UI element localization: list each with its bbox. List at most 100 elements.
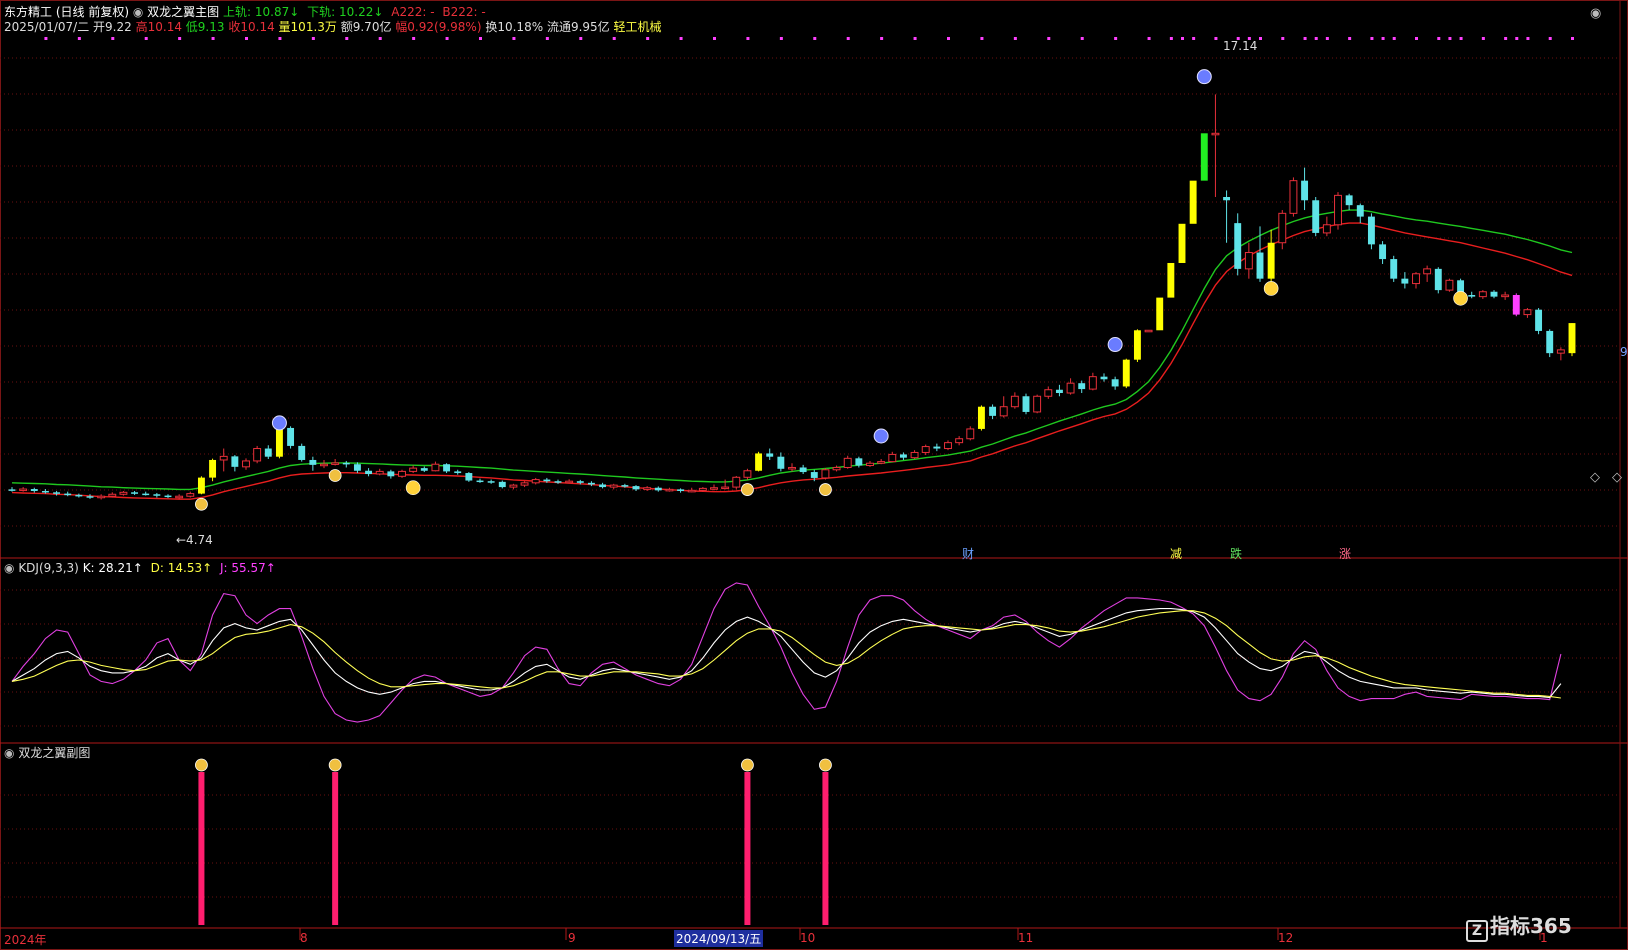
candle-body-70 [788, 466, 796, 470]
signal-dot-114 [1281, 37, 1285, 40]
candle-body-10 [119, 491, 128, 495]
xaxis-label-aug: 8 [300, 931, 308, 945]
quote-volume: 量101.3万 [278, 20, 337, 34]
candle-body-140 [1568, 323, 1576, 354]
candle-body-101 [1133, 330, 1141, 360]
quote-change: 幅0.92(9.98%) [395, 20, 482, 34]
upper-band-line [11, 209, 1573, 491]
diamond-icon[interactable]: ◇ [1590, 470, 1600, 485]
candle-body-29 [331, 462, 340, 465]
sub-chart-title[interactable]: 双龙之翼副图 [18, 746, 90, 760]
signal-dot-51 [579, 37, 583, 40]
signal-dot-106 [1192, 37, 1196, 40]
face-icon-3 [1196, 69, 1212, 85]
signal-dot-124 [1392, 37, 1396, 40]
collapse-circle-icon[interactable]: ◉ [1590, 6, 1601, 21]
kdj-k-line [11, 608, 1562, 699]
candle-body-73 [821, 469, 830, 479]
signal-dot-48 [545, 37, 549, 40]
candle-body-46 [520, 482, 529, 486]
signal-dot-45 [512, 37, 516, 40]
kdj-d-value: D: 14.53↑ [150, 561, 213, 575]
sub-settings-icon[interactable]: ◉ [4, 746, 14, 760]
candle-body-71 [799, 467, 807, 473]
candle-body-117 [1312, 200, 1320, 233]
kdj-settings-icon[interactable]: ◉ [4, 561, 14, 575]
candle-body-95 [1066, 382, 1075, 394]
candle-body-27 [309, 459, 317, 465]
quote-close: 收10.14 [228, 20, 275, 34]
signal-dot-140 [1571, 37, 1574, 40]
xaxis-label-sep: 9 [568, 931, 576, 945]
quote-float: 流通9.95亿 [546, 20, 610, 34]
candle-body-96 [1078, 383, 1086, 390]
signal-dot-123 [1381, 37, 1385, 40]
indicator-name[interactable]: 双龙之翼主图 [147, 5, 219, 19]
candle-body-119 [1334, 194, 1342, 226]
candle-body-74 [832, 466, 841, 471]
candle-body-2 [30, 489, 38, 491]
tag-cai: 财 [962, 547, 975, 561]
candle-body-26 [298, 445, 306, 460]
lower-band-line [11, 222, 1573, 500]
candle-body-69 [777, 456, 785, 469]
candle-body-58 [654, 487, 662, 491]
kdj-title[interactable]: KDJ(9,3,3) [18, 561, 79, 575]
signal-dot-130 [1459, 37, 1463, 40]
sector-tag[interactable]: 轻工机械 [614, 20, 662, 34]
candle-body-128 [1434, 268, 1442, 291]
signal-dot-9 [111, 37, 115, 40]
candle-body-35 [398, 470, 406, 477]
main-money-bag-icon-3 [819, 483, 832, 496]
candle-body-134 [1501, 294, 1510, 298]
settings-circle-icon[interactable]: ◉ [133, 5, 143, 19]
candle-body-112 [1256, 252, 1264, 279]
signal-dot-78 [880, 37, 884, 40]
candle-body-4 [53, 492, 61, 494]
tag-jian: 减 [1170, 547, 1183, 561]
signal-dot-24 [278, 37, 282, 40]
xaxis-label-2024: 2024年 [4, 933, 47, 947]
candle-body-67 [755, 453, 763, 471]
candle-body-32 [365, 470, 373, 475]
candle-body-138 [1546, 330, 1554, 354]
face-icon-0 [271, 415, 287, 431]
money-bag-icon-1 [328, 758, 342, 772]
signal-dot-118 [1325, 37, 1329, 40]
candle-body-105 [1178, 223, 1186, 263]
signal-dot-69 [779, 37, 783, 40]
signal-dot-105 [1181, 37, 1184, 40]
candle-body-8 [97, 495, 106, 499]
sub-signal-bar-1 [332, 772, 339, 925]
stock-chart-canvas[interactable] [0, 0, 1628, 950]
candle-body-127 [1423, 268, 1432, 275]
signal-dot-27 [311, 37, 315, 40]
candle-body-48 [543, 479, 551, 482]
candle-body-78 [877, 461, 886, 464]
candle-body-53 [599, 484, 607, 488]
signal-dot-21 [245, 37, 248, 40]
signal-dot-102 [1147, 37, 1151, 40]
candle-body-114 [1278, 212, 1287, 244]
candle-body-11 [131, 492, 139, 494]
candle-body-5 [64, 493, 72, 496]
diamond-icon-2[interactable]: ◇ [1612, 470, 1622, 485]
candle-body-82 [921, 446, 930, 453]
candle-body-90 [1010, 395, 1019, 408]
period-label[interactable]: (日线 前复权) [56, 5, 129, 19]
quote-open: 开9.22 [93, 20, 132, 34]
signal-dot-116 [1303, 37, 1307, 40]
main-money-bag-icon-1 [328, 469, 342, 482]
candle-body-72 [810, 472, 818, 478]
signal-dot-84 [947, 37, 950, 40]
signal-dot-117 [1314, 37, 1318, 40]
candle-body-97 [1088, 376, 1097, 390]
candle-body-106 [1189, 180, 1197, 224]
right-price-tick: 9 [1620, 345, 1628, 359]
kdj-j-line [11, 582, 1562, 723]
candle-body-118 [1322, 224, 1331, 234]
logo-z-icon: Z [1466, 920, 1488, 942]
signal-dot-33 [378, 37, 382, 40]
stock-name[interactable]: 东方精工 [4, 5, 52, 19]
signal-dot-72 [813, 37, 817, 40]
